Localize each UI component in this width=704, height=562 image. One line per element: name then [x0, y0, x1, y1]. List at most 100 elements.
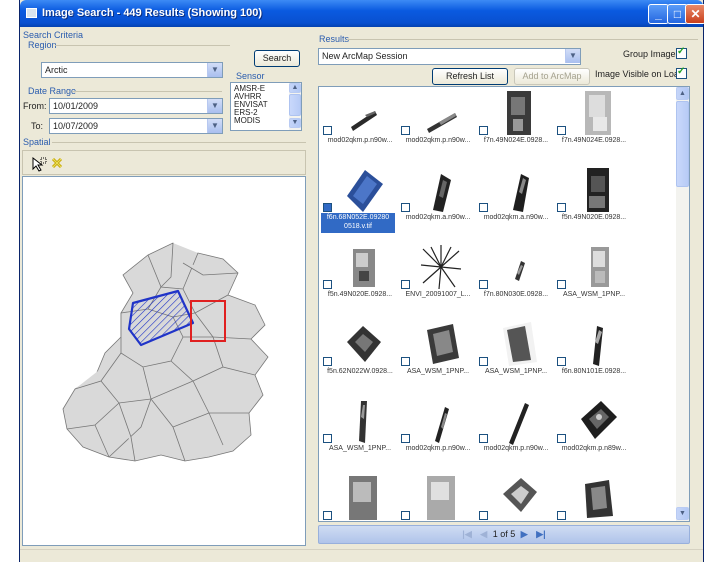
region-dropdown[interactable]: Arctic ▼ [41, 62, 223, 78]
result-checkbox[interactable] [401, 280, 410, 289]
search-criteria-label: Search Criteria [23, 30, 84, 40]
result-checkbox[interactable] [479, 434, 488, 443]
result-caption: mod02qkm.p.n90w... [327, 137, 393, 144]
page-of-label: of [500, 529, 508, 539]
result-tile[interactable]: ENVI_20091007_L... [397, 241, 475, 318]
title-bar[interactable]: Image Search - 449 Results (Showing 100)… [20, 0, 704, 27]
result-checkbox[interactable] [401, 357, 410, 366]
search-button[interactable]: Search [254, 50, 300, 67]
result-checkbox[interactable] [557, 280, 566, 289]
result-tile[interactable]: f5n.62N022W.0928... [319, 318, 397, 395]
session-dropdown[interactable]: New ArcMap Session ▼ [318, 48, 581, 65]
first-page-icon[interactable]: |◀ [462, 529, 471, 539]
result-tile[interactable]: ASA_WSM_1PNP... [319, 395, 397, 472]
to-date-picker[interactable]: 10/07/2009 ▼ [49, 118, 223, 134]
result-tile[interactable]: f7n.49N024E.0928... [475, 87, 553, 164]
result-caption: mod02qkm.p.n89w... [561, 445, 627, 452]
result-checkbox[interactable] [401, 126, 410, 135]
clear-selection-icon[interactable] [51, 157, 63, 169]
date-range-label: Date Range [28, 86, 77, 96]
chevron-down-icon[interactable]: ▼ [207, 99, 222, 113]
arctic-region-map[interactable] [23, 177, 306, 546]
region-label: Region [28, 40, 57, 50]
result-caption: f7n.80N030E.0928... [483, 291, 549, 298]
result-tile[interactable]: mod02qkm.p.n90w... [397, 87, 475, 164]
result-tile[interactable]: ASA_WSM_1PNP... [397, 318, 475, 395]
close-button[interactable]: ✕ [685, 4, 704, 24]
result-checkbox[interactable] [401, 434, 410, 443]
result-checkbox[interactable] [557, 511, 566, 520]
result-caption: f5n.62N022W.0928... [327, 368, 393, 375]
result-tile[interactable]: mod02qkm.p.n90w... [319, 87, 397, 164]
result-checkbox[interactable] [479, 357, 488, 366]
result-checkbox[interactable] [323, 126, 332, 135]
result-tile[interactable]: ASA_WSM_1PNP... [553, 241, 631, 318]
result-tile[interactable]: ASA_WSM_1PNP... [475, 318, 553, 395]
sensor-label: Sensor [236, 71, 265, 81]
result-caption: mod02qkm.p.n90w... [405, 445, 471, 452]
result-checkbox[interactable] [479, 126, 488, 135]
result-checkbox[interactable] [323, 511, 332, 520]
result-checkbox[interactable] [479, 203, 488, 212]
result-tile[interactable]: f6n.80N101E.0928... [553, 318, 631, 395]
next-page-icon[interactable]: ▶ [521, 529, 528, 539]
result-checkbox[interactable] [557, 434, 566, 443]
result-checkbox[interactable] [401, 203, 410, 212]
result-tile[interactable] [319, 472, 397, 521]
result-tile[interactable] [553, 472, 631, 521]
result-checkbox[interactable] [557, 203, 566, 212]
result-tile[interactable]: mod02qkm.p.n90w... [475, 395, 553, 472]
scroll-thumb[interactable] [676, 101, 689, 187]
sensor-item[interactable]: MODIS [234, 117, 260, 125]
scroll-up-icon[interactable]: ▲ [676, 87, 689, 100]
spatial-toolbar [22, 150, 306, 175]
result-caption: mod02qkm.a.n90w... [405, 214, 471, 221]
chevron-down-icon[interactable]: ▼ [207, 63, 222, 77]
current-page: 1 [492, 529, 498, 539]
from-date-picker[interactable]: 10/01/2009 ▼ [49, 98, 223, 114]
result-checkbox[interactable] [323, 434, 332, 443]
window-title: Image Search - 449 Results (Showing 100) [42, 7, 263, 19]
scroll-thumb[interactable] [289, 94, 301, 116]
scroll-up-icon[interactable]: ▲ [289, 83, 301, 93]
result-tile[interactable]: mod02qkm.a.n90w... [397, 164, 475, 241]
prev-page-icon[interactable]: ◀ [480, 529, 487, 539]
sensor-listbox[interactable]: AMSR-E AVHRR ENVISAT ERS-2 MODIS ▲ ▼ [230, 82, 302, 131]
minimize-button[interactable]: _ [648, 4, 669, 24]
result-tile[interactable] [475, 472, 553, 521]
results-label: Results [319, 34, 350, 44]
result-tile-selected[interactable]: f6n.68N052E.09280 0518.v.tif [319, 164, 397, 241]
result-checkbox[interactable] [479, 511, 488, 520]
result-tile[interactable]: mod02qkm.p.n89w... [553, 395, 631, 472]
results-thumbnail-panel[interactable]: mod02qkm.p.n90w... mod02qkm.p.n90w... f7… [318, 86, 690, 522]
result-tile[interactable]: f5n.49N020E.0928... [553, 164, 631, 241]
result-checkbox[interactable] [323, 203, 332, 212]
result-checkbox[interactable] [323, 280, 332, 289]
scroll-down-icon[interactable]: ▼ [289, 118, 301, 128]
result-tile[interactable] [397, 472, 475, 521]
result-checkbox[interactable] [479, 280, 488, 289]
result-checkbox[interactable] [557, 126, 566, 135]
result-tile[interactable]: mod02qkm.p.n90w... [397, 395, 475, 472]
spatial-map[interactable] [22, 176, 306, 546]
scroll-down-icon[interactable]: ▼ [676, 507, 689, 520]
visible-on-load-checkbox[interactable] [676, 66, 687, 79]
result-tile[interactable]: mod02qkm.a.n90w... [475, 164, 553, 241]
select-arrow-icon[interactable] [31, 156, 47, 172]
result-checkbox[interactable] [557, 357, 566, 366]
result-checkbox[interactable] [401, 511, 410, 520]
chevron-down-icon[interactable]: ▼ [565, 49, 580, 63]
result-caption: mod02qkm.a.n90w... [483, 214, 549, 221]
results-scrollbar[interactable]: ▲ ▼ [676, 87, 689, 521]
last-page-icon[interactable]: ▶| [536, 529, 545, 539]
result-tile[interactable]: f5n.49N020E.0928... [319, 241, 397, 318]
result-checkbox[interactable] [323, 357, 332, 366]
refresh-list-button[interactable]: Refresh List [432, 68, 508, 85]
result-tile[interactable]: f7n.49N024E.0928... [553, 87, 631, 164]
group-images-checkbox[interactable] [676, 46, 687, 59]
add-to-arcmap-button[interactable]: Add to ArcMap [514, 68, 590, 85]
result-tile[interactable]: f7n.80N030E.0928... [475, 241, 553, 318]
sensor-scrollbar[interactable]: ▲ ▼ [289, 83, 301, 130]
from-label: From: [23, 101, 47, 111]
chevron-down-icon[interactable]: ▼ [207, 119, 222, 133]
